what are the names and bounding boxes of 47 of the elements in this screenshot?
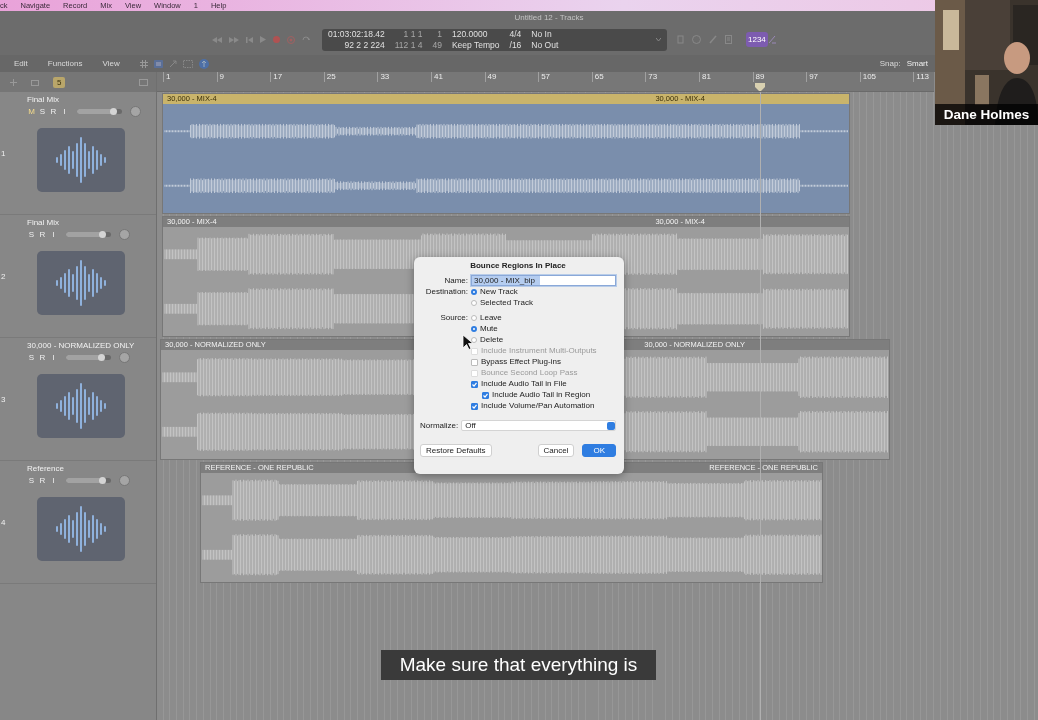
bar-readout: 92 2 2 224 xyxy=(343,39,385,51)
input-readout: No In xyxy=(531,28,553,40)
bar-number: 105 xyxy=(859,72,914,82)
snap-label: Snap: xyxy=(879,59,901,68)
division-readout: /16 xyxy=(509,39,522,51)
bar-number: 41 xyxy=(430,72,485,82)
tempo-readout: 120.0000 xyxy=(451,28,489,40)
field-label: Source: xyxy=(439,313,468,322)
track-number: 3 xyxy=(0,393,7,406)
window-title: Untitled 12 - Tracks xyxy=(514,13,584,22)
output-readout: No Out xyxy=(531,39,559,51)
track-number: 4 xyxy=(0,516,7,529)
bar-number: 33 xyxy=(377,72,431,82)
locator-end-tick: 49 xyxy=(432,39,442,51)
track-name: Reference xyxy=(27,464,65,473)
bar-number: 25 xyxy=(323,72,378,82)
bar-number: 17 xyxy=(270,72,324,82)
bar-number: 97 xyxy=(806,72,860,82)
bar-number: 49 xyxy=(484,72,539,82)
dialog-title: Bounce Regions In Place xyxy=(469,261,567,270)
time-signature: 4/4 xyxy=(509,28,522,40)
field-label: Name: xyxy=(443,276,468,285)
track-name: Final Mix xyxy=(27,218,60,227)
locator-start-tick: 1 xyxy=(436,28,442,40)
bar-number: 73 xyxy=(645,72,699,82)
bar-number: 65 xyxy=(591,72,646,82)
tempo-mode: Keep Tempo xyxy=(451,39,500,51)
caption: Make sure that everything is xyxy=(381,650,656,680)
count-badge: 1234 xyxy=(746,32,768,47)
participant-name: Dane Holmes xyxy=(935,104,1038,125)
field-label: Normalize: xyxy=(420,421,459,430)
locator-start: 1 1 1 xyxy=(402,28,423,40)
bar-number: 1 xyxy=(163,72,217,82)
track-name: 30,000 - NORMALIZED ONLY xyxy=(27,341,136,350)
bar-number: 81 xyxy=(698,72,753,82)
checkbox-option: Bounce Second Loop Pass xyxy=(471,368,616,378)
time-readout: 01:03:02:18.42 xyxy=(328,28,385,40)
field-label: Destination: xyxy=(424,287,468,296)
bar-number: 9 xyxy=(216,72,271,82)
track-number: 2 xyxy=(0,270,7,283)
count-badge: 5 xyxy=(53,76,66,88)
bar-number: 89 xyxy=(752,72,807,82)
track-name: Final Mix xyxy=(27,95,60,104)
checkbox-option: Include Instrument Multi-Outputs xyxy=(471,346,616,356)
locator-end: 112 1 4 xyxy=(394,39,423,51)
bar-number: 57 xyxy=(538,72,592,82)
track-number: 1 xyxy=(0,147,7,160)
